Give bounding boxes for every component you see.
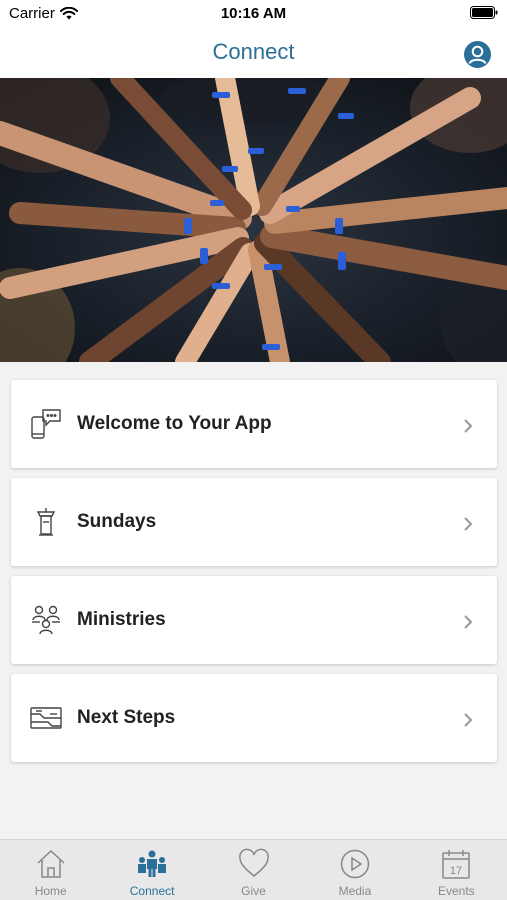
calendar-day: 17 bbox=[450, 865, 462, 877]
home-icon bbox=[37, 849, 65, 878]
status-bar: Carrier 10:16 AM bbox=[0, 0, 507, 30]
tab-connect[interactable]: Connect bbox=[101, 840, 202, 900]
people-group-icon bbox=[32, 605, 60, 635]
steps-icon bbox=[30, 707, 62, 729]
menu-item-label: Sundays bbox=[77, 511, 157, 532]
tab-bar: Home Connect Give Media 17 Events bbox=[0, 839, 507, 900]
pulpit-icon bbox=[36, 508, 56, 536]
tab-label: Home bbox=[34, 884, 67, 898]
chevron-right-icon bbox=[464, 713, 473, 727]
tab-label: Media bbox=[338, 884, 372, 898]
heart-icon bbox=[238, 848, 269, 877]
battery-icon bbox=[470, 6, 498, 19]
play-icon bbox=[340, 849, 370, 879]
tab-label: Events bbox=[437, 884, 475, 898]
menu-item-welcome[interactable]: Welcome to Your App bbox=[11, 380, 497, 468]
tab-home[interactable]: Home bbox=[0, 840, 101, 900]
page-title: Connect bbox=[212, 39, 295, 64]
phone-chat-icon bbox=[31, 409, 61, 439]
tab-label: Connect bbox=[129, 884, 175, 898]
chevron-right-icon bbox=[464, 419, 473, 433]
menu-item-label: Next Steps bbox=[77, 707, 176, 728]
tab-give[interactable]: Give bbox=[203, 840, 304, 900]
menu-item-label: Ministries bbox=[77, 609, 166, 630]
calendar-icon: 17 bbox=[442, 850, 471, 879]
tab-events[interactable]: 17 Events bbox=[406, 840, 507, 900]
menu-item-label: Welcome to Your App bbox=[77, 413, 272, 434]
chevron-right-icon bbox=[464, 517, 473, 531]
connect-icon bbox=[138, 850, 167, 877]
chevron-right-icon bbox=[464, 615, 473, 629]
hero-image bbox=[0, 78, 507, 362]
menu-item-sundays[interactable]: Sundays bbox=[11, 478, 497, 566]
tab-media[interactable]: Media bbox=[304, 840, 405, 900]
profile-icon[interactable] bbox=[463, 40, 492, 69]
menu-item-ministries[interactable]: Ministries bbox=[11, 576, 497, 664]
status-time: 10:16 AM bbox=[220, 5, 287, 22]
menu-item-next-steps[interactable]: Next Steps bbox=[11, 674, 497, 762]
nav-bar: Connect bbox=[0, 30, 507, 78]
connect-menu: Welcome to Your App Sundays Ministries N… bbox=[11, 380, 497, 772]
tab-label: Give bbox=[241, 884, 266, 898]
